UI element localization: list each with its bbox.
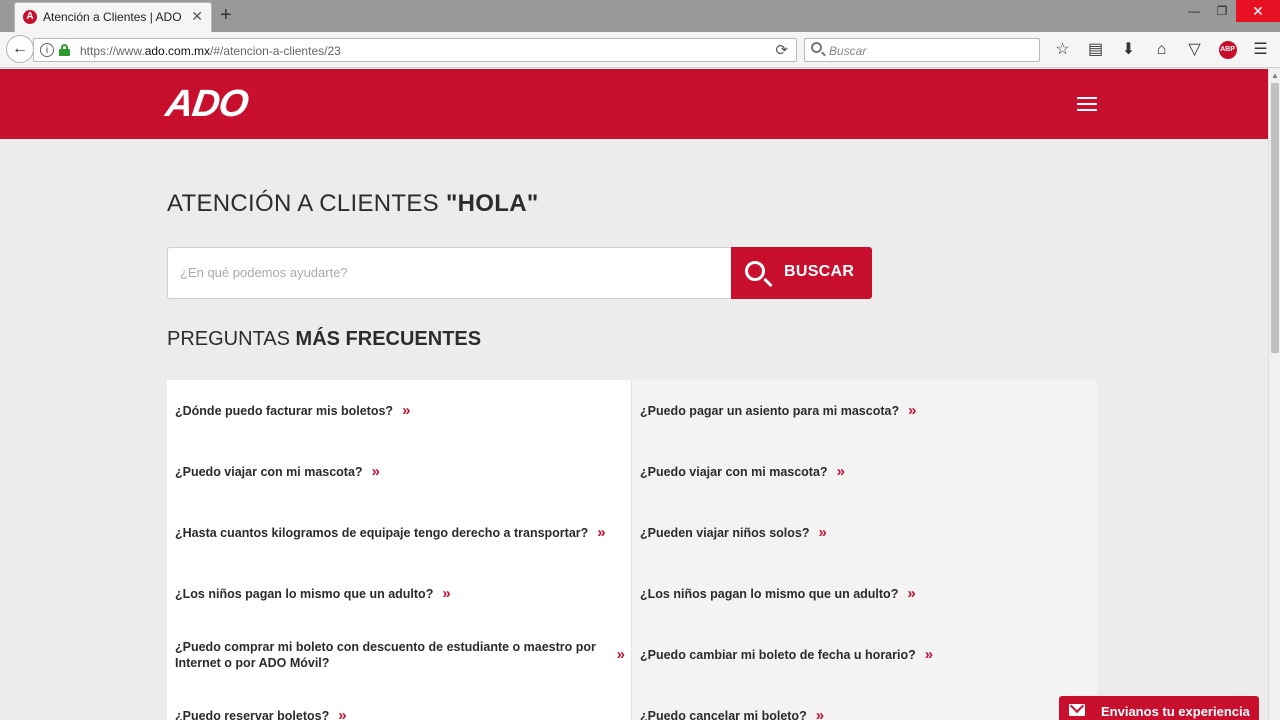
faq-item[interactable]: ¿Los niños pagan lo mismo que un adulto?… bbox=[632, 563, 1097, 624]
chevron-right-icon: » bbox=[907, 585, 915, 602]
url-text[interactable]: https://www.ado.com.mx/#/atencion-a-clie… bbox=[80, 44, 341, 58]
faq-row: ¿Puedo reservar boletos?» ¿Puedo cancela… bbox=[167, 685, 1097, 720]
page-scrollbar[interactable]: ▲ bbox=[1268, 69, 1280, 720]
chevron-right-icon: » bbox=[818, 524, 826, 541]
scroll-thumb[interactable] bbox=[1271, 83, 1279, 353]
new-tab-button[interactable]: + bbox=[220, 4, 232, 26]
faq-row: ¿Los niños pagan lo mismo que un adulto?… bbox=[167, 563, 1097, 624]
close-window-button[interactable]: ✕ bbox=[1236, 0, 1280, 22]
hamburger-menu-icon[interactable] bbox=[1077, 97, 1097, 113]
faq-item[interactable]: ¿Puedo comprar mi boleto con descuento d… bbox=[167, 624, 632, 685]
faq-grid: ¿Dónde puedo facturar mis boletos?» ¿Pue… bbox=[167, 380, 1097, 720]
chevron-right-icon: » bbox=[402, 402, 410, 419]
tab-close-icon[interactable]: ✕ bbox=[191, 8, 203, 25]
browser-search-placeholder: Buscar bbox=[829, 44, 867, 58]
tab-title: Atención a Clientes | ADO bbox=[43, 10, 182, 24]
site-info-icon[interactable]: i bbox=[40, 43, 54, 57]
envelope-icon bbox=[1069, 704, 1085, 716]
address-bar[interactable]: i https://www.ado.com.mx/#/atencion-a-cl… bbox=[33, 38, 797, 62]
browser-tab-bar: A Atención a Clientes | ADO ✕ + — ❐ ✕ bbox=[0, 0, 1280, 32]
faq-item[interactable]: ¿Puedo viajar con mi mascota?» bbox=[167, 441, 632, 502]
back-button[interactable]: ← bbox=[6, 35, 34, 63]
faq-row: ¿Puedo viajar con mi mascota?» ¿Puedo vi… bbox=[167, 441, 1097, 502]
chevron-right-icon: » bbox=[616, 646, 625, 663]
buscar-label: BUSCAR bbox=[784, 263, 855, 280]
restore-button[interactable]: ❐ bbox=[1208, 0, 1236, 22]
chevron-right-icon: » bbox=[924, 646, 933, 663]
help-search-box bbox=[167, 247, 732, 299]
window-controls: — ❐ ✕ bbox=[1180, 0, 1280, 30]
adblock-icon[interactable]: ABP bbox=[1211, 38, 1244, 62]
chevron-right-icon: » bbox=[338, 707, 346, 720]
faq-item[interactable]: ¿Puedo cambiar mi boleto de fecha u hora… bbox=[632, 624, 1097, 685]
home-icon[interactable]: ⌂ bbox=[1145, 38, 1178, 62]
buscar-button[interactable]: BUSCAR bbox=[731, 247, 872, 299]
lock-icon bbox=[59, 44, 70, 56]
faq-item[interactable]: ¿Puedo viajar con mi mascota?» bbox=[632, 441, 1097, 502]
faq-item[interactable]: ¿Pueden viajar niños solos?» bbox=[632, 502, 1097, 563]
browser-toolbar: ☆ ▤ ⬇ ⌂ ▽ ABP ☰ bbox=[1046, 38, 1277, 62]
faq-row: ¿Hasta cuantos kilogramos de equipaje te… bbox=[167, 502, 1097, 563]
faq-item[interactable]: ¿Dónde puedo facturar mis boletos?» bbox=[167, 380, 632, 441]
site-header: ADO bbox=[0, 69, 1268, 139]
feedback-button[interactable]: Envianos tu experiencia bbox=[1059, 696, 1259, 720]
chevron-right-icon: » bbox=[908, 402, 916, 419]
faq-item[interactable]: ¿Puedo pagar un asiento para mi mascota?… bbox=[632, 380, 1097, 441]
star-icon[interactable]: ☆ bbox=[1046, 38, 1079, 62]
faq-item[interactable]: ¿Puedo reservar boletos?» bbox=[167, 685, 632, 720]
faq-item[interactable]: ¿Puedo cancelar mi boleto?» bbox=[632, 685, 1097, 720]
page-title: ATENCIÓN A CLIENTES "HOLA" bbox=[167, 190, 539, 217]
faq-section-title: PREGUNTAS MÁS FRECUENTES bbox=[167, 328, 482, 350]
search-icon bbox=[745, 261, 765, 281]
browser-search-bar[interactable]: Buscar bbox=[804, 38, 1040, 62]
chevron-right-icon: » bbox=[815, 707, 824, 720]
feedback-label: Envianos tu experiencia bbox=[1101, 704, 1250, 719]
faq-row: ¿Dónde puedo facturar mis boletos?» ¿Pue… bbox=[167, 380, 1097, 441]
minimize-button[interactable]: — bbox=[1180, 0, 1208, 22]
reload-icon[interactable]: ⟳ bbox=[775, 41, 788, 59]
scroll-up-arrow-icon[interactable]: ▲ bbox=[1271, 71, 1279, 80]
chevron-right-icon: » bbox=[597, 524, 605, 541]
pocket-icon[interactable]: ▽ bbox=[1178, 38, 1211, 62]
download-icon[interactable]: ⬇ bbox=[1112, 38, 1145, 62]
help-search-input[interactable] bbox=[180, 265, 720, 280]
chevron-right-icon: » bbox=[442, 585, 450, 602]
reading-list-icon[interactable]: ▤ bbox=[1079, 38, 1112, 62]
menu-icon[interactable]: ☰ bbox=[1244, 38, 1277, 62]
faq-row: ¿Puedo comprar mi boleto con descuento d… bbox=[167, 624, 1097, 685]
faq-item[interactable]: ¿Hasta cuantos kilogramos de equipaje te… bbox=[167, 502, 632, 563]
browser-navbar: ← i https://www.ado.com.mx/#/atencion-a-… bbox=[0, 32, 1280, 68]
ado-favicon-icon: A bbox=[23, 10, 37, 24]
chevron-right-icon: » bbox=[836, 463, 845, 480]
faq-item[interactable]: ¿Los niños pagan lo mismo que un adulto?… bbox=[167, 563, 632, 624]
search-icon bbox=[811, 42, 822, 53]
browser-tab[interactable]: A Atención a Clientes | ADO ✕ bbox=[14, 2, 212, 32]
ado-logo[interactable]: ADO bbox=[163, 83, 250, 126]
chevron-right-icon: » bbox=[371, 463, 380, 480]
